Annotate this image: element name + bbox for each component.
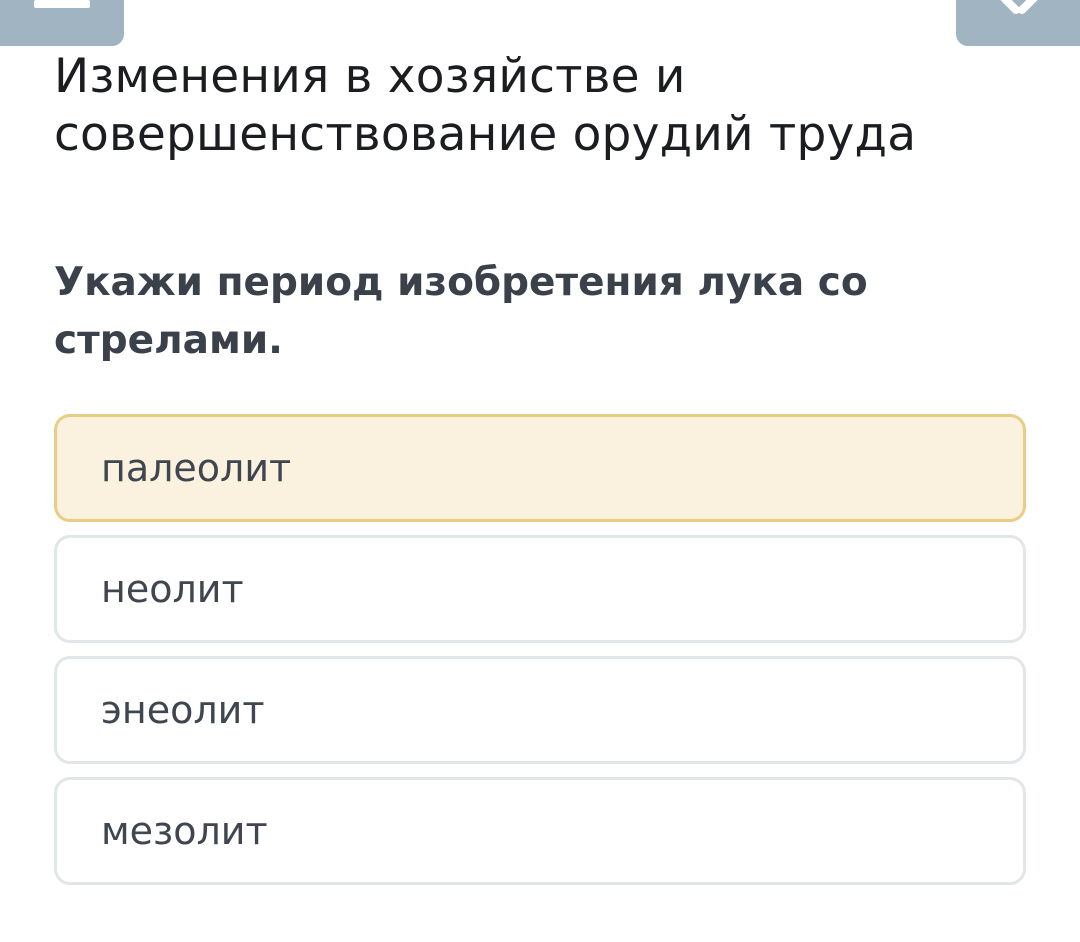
menu-icon xyxy=(34,0,90,8)
close-button[interactable] xyxy=(956,0,1080,46)
answer-option-label: мезолит xyxy=(101,809,268,853)
answer-option[interactable]: мезолит xyxy=(54,777,1026,885)
answer-option-label: палеолит xyxy=(101,446,292,490)
question-text: Укажи период изобретения лука со стрелам… xyxy=(54,260,868,363)
answer-option[interactable]: неолит xyxy=(54,535,1026,643)
menu-button[interactable] xyxy=(0,0,124,46)
answer-option-label: неолит xyxy=(101,567,244,611)
answer-option[interactable]: палеолит xyxy=(54,414,1026,522)
close-icon xyxy=(1000,0,1038,14)
section-title: Изменения в хозяйстве и совершенствовани… xyxy=(54,49,917,162)
answer-option[interactable]: энеолит xyxy=(54,656,1026,764)
answer-option-label: энеолит xyxy=(101,688,265,732)
answer-options: палеолит неолит энеолит мезолит xyxy=(54,414,1026,898)
